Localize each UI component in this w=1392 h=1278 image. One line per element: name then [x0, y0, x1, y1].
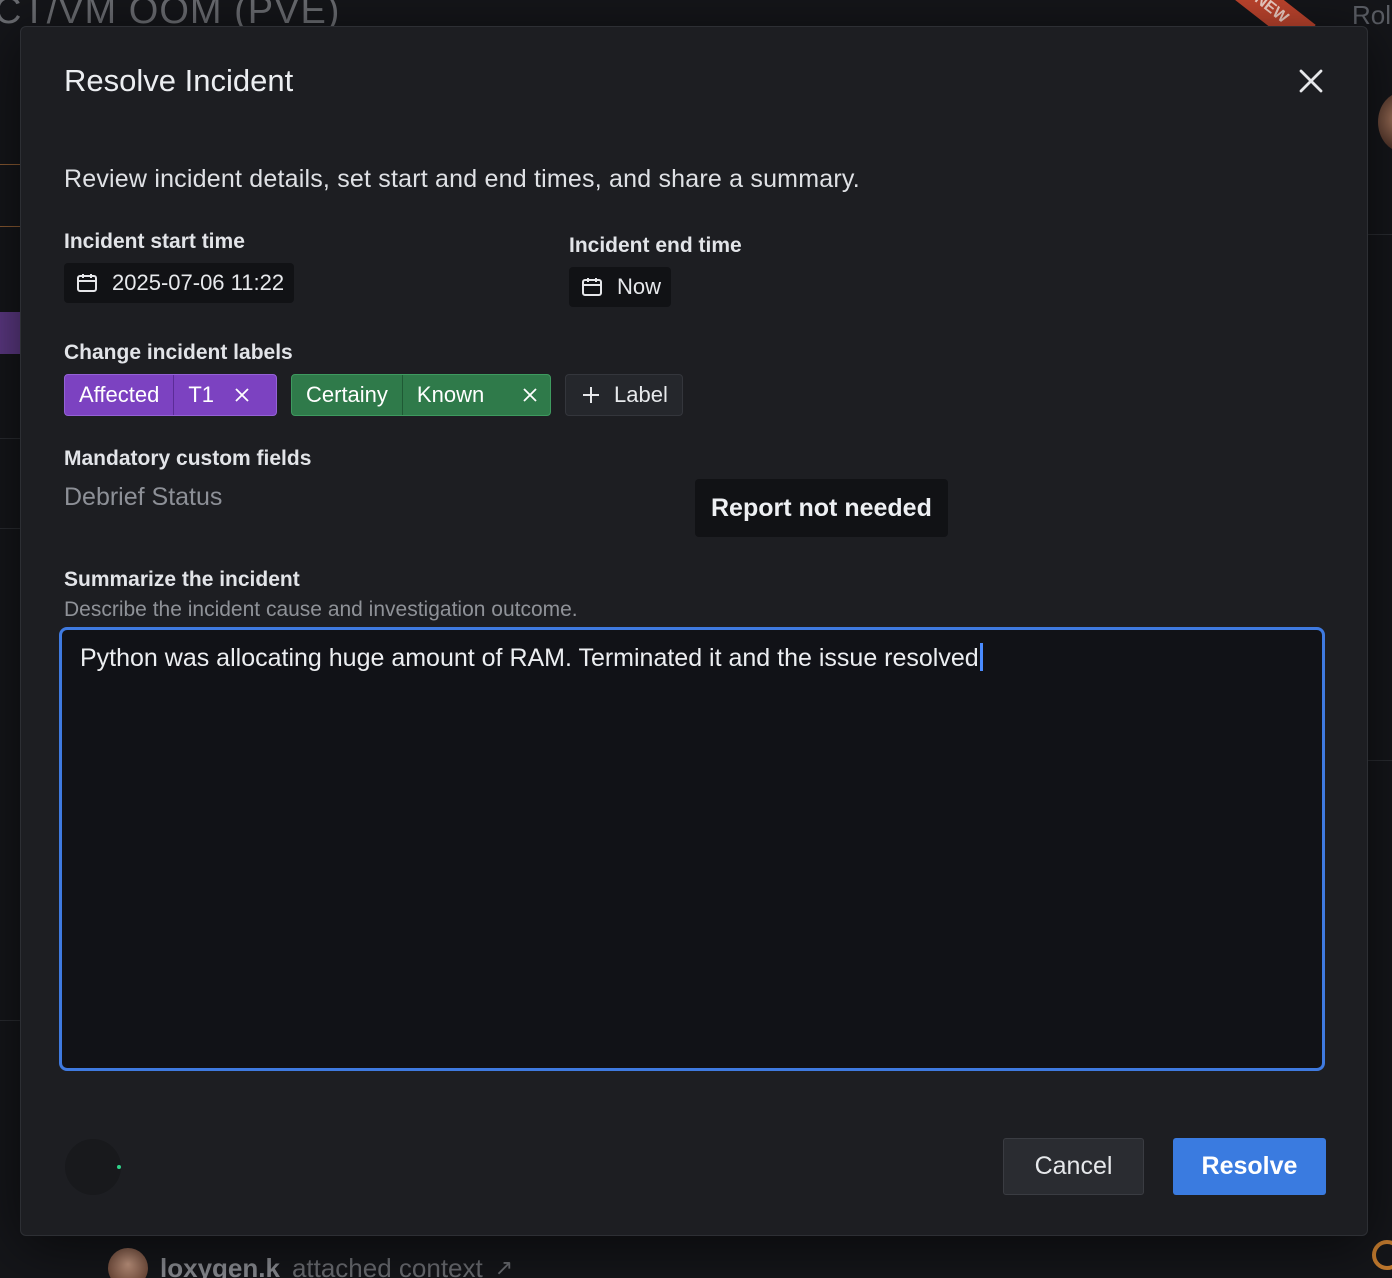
external-link-icon: ↗ [494, 1255, 514, 1278]
background-strip [0, 312, 20, 354]
background-divider [0, 226, 20, 227]
background-divider [0, 528, 20, 529]
summary-textarea[interactable]: Python was allocating huge amount of RAM… [59, 627, 1325, 1071]
add-label-button[interactable]: Label [565, 374, 683, 416]
summary-heading: Summarize the incident [64, 568, 300, 591]
background-divider [0, 438, 20, 439]
labels-heading: Change incident labels [64, 341, 293, 364]
resolve-button[interactable]: Resolve [1173, 1138, 1326, 1195]
close-button[interactable] [1293, 63, 1329, 99]
resolve-incident-dialog: Resolve Incident Review incident details… [20, 26, 1368, 1236]
custom-field-name: Debrief Status [64, 483, 223, 511]
remove-label-button[interactable] [228, 375, 262, 415]
background-activity-item: loxygen.k attached context ↗ [108, 1248, 513, 1278]
label-key: Affected [65, 375, 175, 415]
background-divider [0, 164, 20, 165]
label-value: T1 [188, 382, 215, 407]
custom-fields-heading: Mandatory custom fields [64, 447, 312, 470]
remove-label-button[interactable] [516, 375, 550, 415]
plus-icon [583, 387, 599, 403]
end-time-picker[interactable]: Now [569, 267, 672, 307]
summary-text: Python was allocating huge amount of RAM… [80, 644, 979, 672]
calendar-icon [77, 274, 97, 292]
label-key: Certainy [292, 375, 403, 415]
add-label-text: Label [614, 382, 668, 407]
close-icon [235, 388, 249, 402]
dialog-title: Resolve Incident [64, 63, 294, 98]
avatar [108, 1248, 148, 1278]
label-value: Known [416, 382, 485, 407]
activity-user: loxygen.k [160, 1252, 280, 1278]
background-divider [1368, 234, 1392, 235]
close-icon [523, 388, 537, 402]
debrief-status-select[interactable]: Report not needed [695, 479, 948, 537]
start-time-picker[interactable]: 2025-07-06 11:22 [64, 263, 295, 303]
dialog-description: Review incident details, set start and e… [64, 165, 860, 193]
end-time-value: Now [617, 274, 662, 299]
start-time-label: Incident start time [64, 230, 245, 253]
cancel-button[interactable]: Cancel [1003, 1138, 1144, 1195]
background-divider [1368, 760, 1392, 761]
background-divider [0, 1020, 20, 1021]
gear-icon [1372, 1240, 1392, 1270]
summary-hint: Describe the incident cause and investig… [64, 598, 578, 621]
label-certainy[interactable]: Certainy Known [291, 374, 551, 416]
text-cursor [979, 643, 983, 671]
label-affected[interactable]: Affected T1 [64, 374, 277, 416]
calendar-icon [582, 278, 602, 296]
loading-spinner-icon [65, 1139, 121, 1195]
activity-action: attached context [291, 1252, 483, 1278]
start-time-value: 2025-07-06 11:22 [112, 270, 285, 295]
end-time-label: Incident end time [569, 234, 742, 257]
background-avatar [1378, 92, 1392, 152]
close-icon [1299, 69, 1323, 93]
